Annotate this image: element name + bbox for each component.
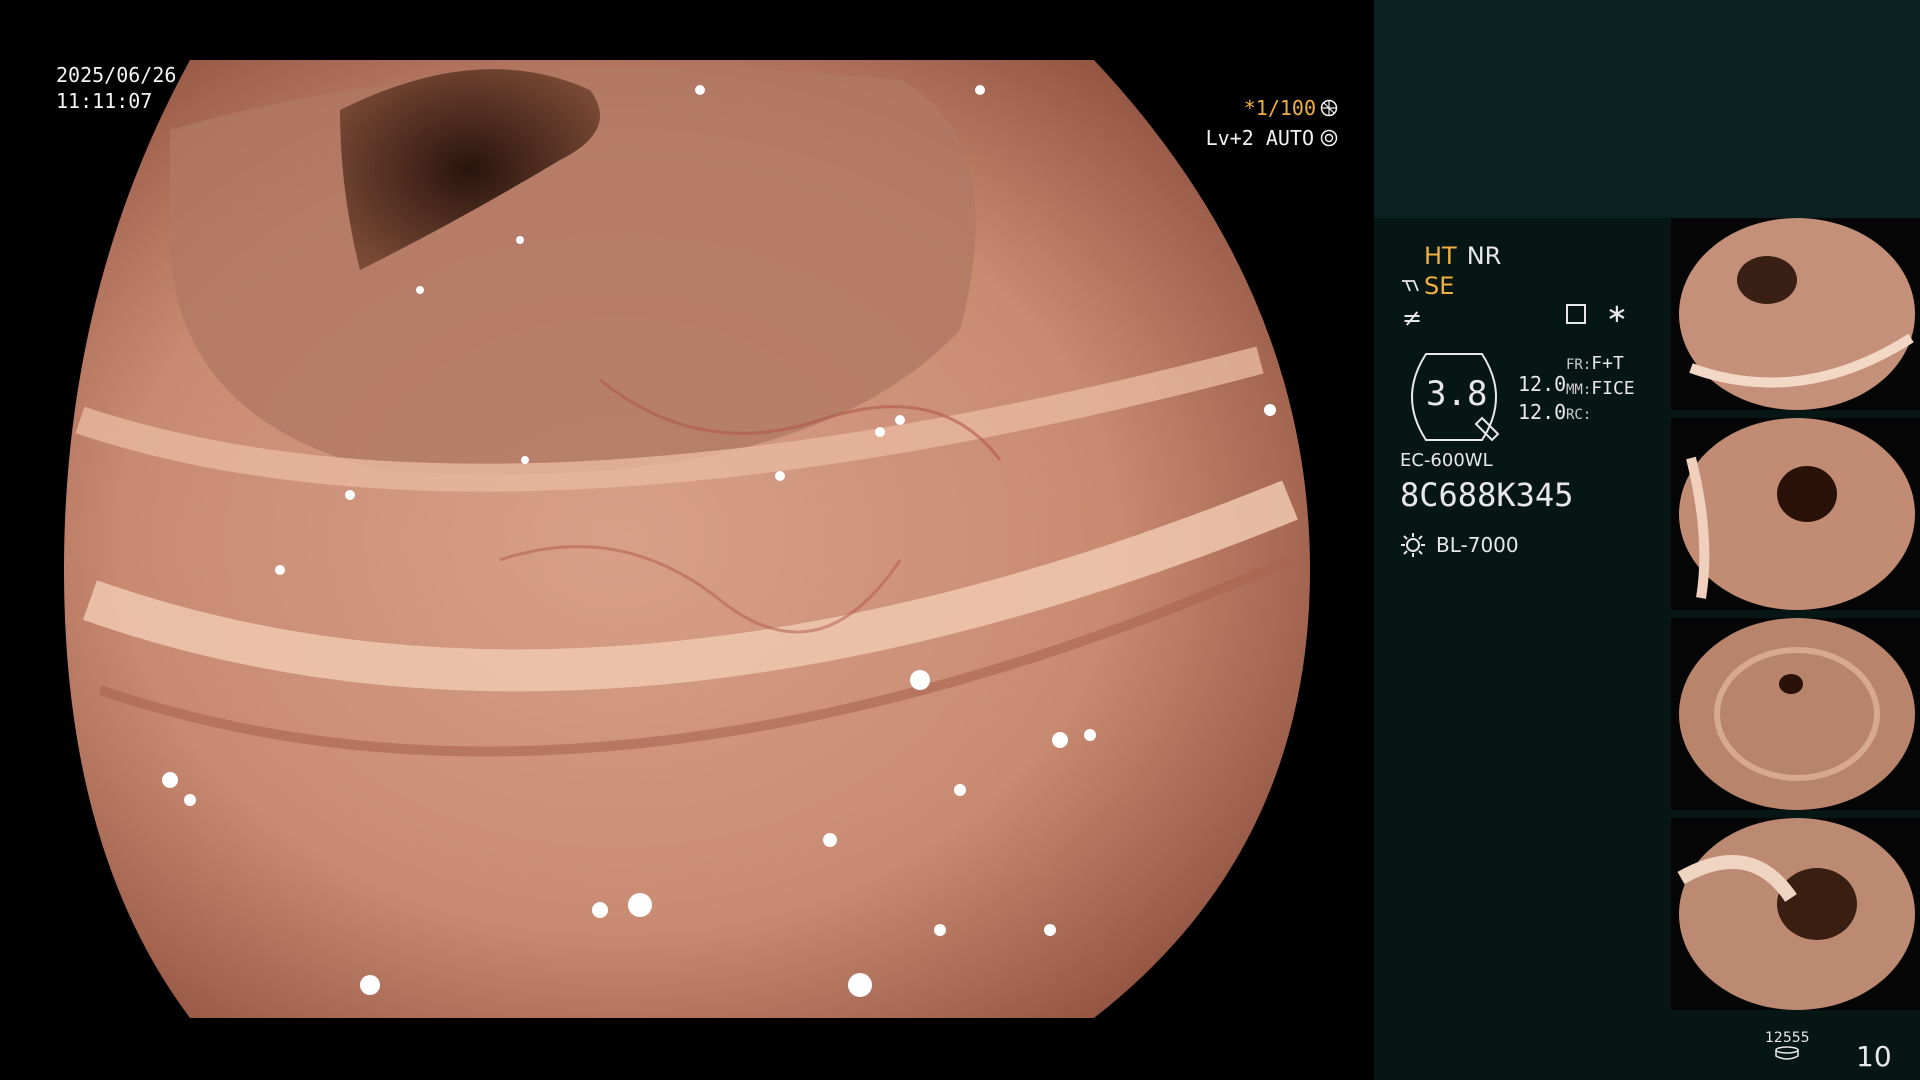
gauge-value: 3.8 [1426,374,1488,414]
colon-lumen-image [64,60,1310,1018]
fr-key: FR: [1566,357,1592,373]
nr-label: NR [1466,242,1502,270]
aperture-icon [1320,99,1338,117]
level-label: Lv+2 AUTO [1205,126,1314,150]
fr-value: F+T [1591,353,1624,374]
shutter-readout: *1/100 [1244,96,1338,120]
mm-value: FICE [1591,378,1635,399]
capture-thumbnail[interactable] [1671,418,1920,610]
mm-key: MM: [1566,382,1592,398]
enhancement-status: HT NR [1424,242,1501,270]
mode-icons: ∗ [1566,299,1628,329]
shutter-label: *1/100 [1243,96,1316,120]
time-label: 11:11:07 [56,89,153,113]
page-number: 10 [1856,1040,1892,1073]
scope-tip-icon [1402,280,1419,292]
database-icon [1775,1046,1800,1060]
structure-enhancement: SE [1400,272,1454,300]
setting-values: 12.0 12.0 [1518,370,1566,426]
sidebar-header-area [1374,0,1920,218]
rc-key: RC: [1566,407,1592,423]
scope-serial: 8C688K345 [1400,476,1574,514]
date-time-readout: 2025/06/26 11:11:07 [56,62,176,114]
capture-thumbnail[interactable] [1671,818,1920,1010]
asterisk-icon: ∗ [1606,299,1628,329]
light-source-label: BL-7000 [1436,533,1519,557]
storage-counter: 12555 [1765,1030,1810,1064]
capture-thumbnail[interactable] [1671,218,1920,410]
ht-label: HT [1424,242,1457,270]
value-1: 12.0 [1518,372,1567,396]
value-2: 12.0 [1518,400,1567,424]
light-source: BL-7000 [1400,532,1519,558]
target-icon [1320,129,1338,147]
capture-thumbnail[interactable] [1671,618,1920,810]
document-icon [1566,304,1586,324]
light-icon [1401,533,1425,557]
brightness-level-readout: Lv+2 AUTO [1206,126,1338,150]
date-label: 2025/06/26 [56,63,177,87]
scope-model: EC-600WL [1400,450,1493,471]
counter-value: 12555 [1765,1030,1810,1046]
endoscope-live-view: 2025/06/26 11:11:07 *1/100 Lv+2 AUTO [0,0,1374,1080]
se-label: SE [1424,272,1455,300]
not-equal-icon: ≠ [1402,304,1423,332]
setting-labels: FR:F+T MM:FICE RC: [1566,352,1635,427]
